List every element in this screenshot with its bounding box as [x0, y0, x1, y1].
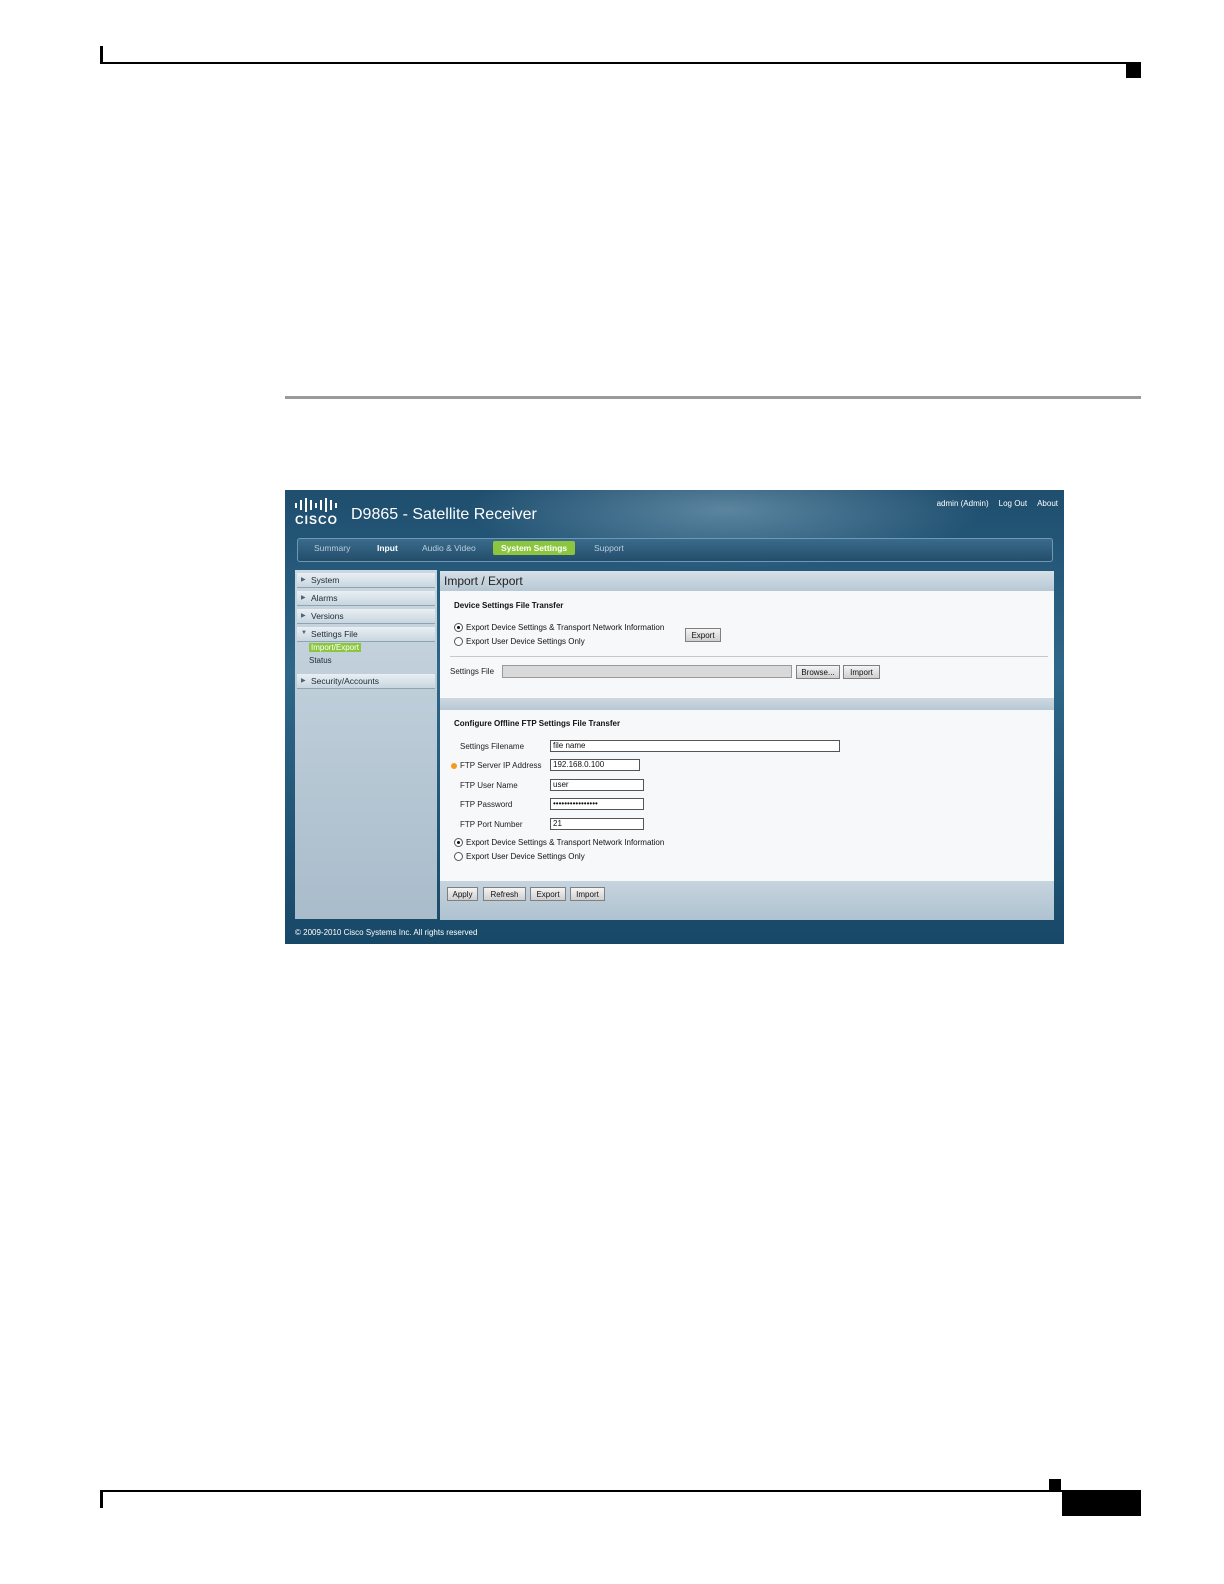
tab-input[interactable]: Input — [377, 543, 398, 553]
ftp-password-label: FTP Password — [460, 800, 513, 809]
ftp-user-input[interactable]: user — [550, 779, 644, 791]
chevron-right-icon: ▶ — [301, 577, 306, 583]
sidebar-item-alarms[interactable]: ▶ Alarms — [297, 591, 435, 606]
sidebar-item-system[interactable]: ▶ System — [297, 573, 435, 588]
tab-system-settings[interactable]: System Settings — [493, 541, 576, 555]
tab-support[interactable]: Support — [594, 543, 624, 553]
sidebar-item-label: Security/Accounts — [311, 676, 380, 686]
settings-file-label: Settings File — [450, 667, 495, 676]
transfer-section-title: Device Settings File Transfer — [454, 601, 564, 610]
radio-unselected[interactable] — [454, 852, 463, 861]
import-button[interactable]: Import — [843, 665, 880, 679]
ftp-port-input[interactable]: 21 — [550, 818, 644, 830]
ftp-filename-label: Settings Filename — [460, 742, 525, 751]
cisco-logo-bars-icon — [295, 498, 345, 512]
sidebar-item-label: Alarms — [311, 593, 338, 603]
radio-selected[interactable] — [454, 838, 463, 847]
sidebar: ▶ System ▶ Alarms ▶ Versions ▼ Settings … — [295, 570, 437, 919]
refresh-button[interactable]: Refresh — [483, 887, 526, 901]
copyright: © 2009-2010 Cisco Systems Inc. All right… — [295, 928, 478, 937]
cisco-logo-text: CISCO — [295, 513, 339, 527]
logout-link[interactable]: Log Out — [999, 499, 1027, 508]
sidebar-item-security-accounts[interactable]: ▶ Security/Accounts — [297, 674, 435, 689]
radio-unselected[interactable] — [454, 637, 463, 646]
satellite-receiver-window: CISCO D9865 - Satellite Receiver admin (… — [285, 490, 1064, 944]
chevron-right-icon: ▶ — [301, 678, 306, 684]
ftp-ip-label: FTP Server IP Address — [460, 761, 542, 770]
transfer-option-all[interactable]: Export Device Settings & Transport Netwo… — [454, 623, 664, 632]
import-action-button[interactable]: Import — [570, 887, 605, 901]
section-band — [440, 698, 1054, 710]
divider — [450, 656, 1048, 657]
cisco-logo: CISCO — [295, 498, 345, 528]
page-corner-mark-bottom — [100, 1490, 103, 1508]
ftp-option-user[interactable]: Export User Device Settings Only — [454, 852, 585, 861]
ftp-filename-input[interactable]: file name — [550, 740, 840, 752]
export-button[interactable]: Export — [685, 628, 721, 642]
section-divider — [285, 396, 1141, 399]
sidebar-item-settings-file[interactable]: ▼ Settings File — [297, 627, 435, 642]
tab-summary[interactable]: Summary — [314, 543, 350, 553]
sidebar-item-label: Settings File — [311, 629, 358, 639]
required-field-icon — [451, 763, 457, 769]
transfer-option-user[interactable]: Export User Device Settings Only — [454, 637, 585, 646]
sidebar-item-versions[interactable]: ▶ Versions — [297, 609, 435, 624]
tab-audio-video[interactable]: Audio & Video — [422, 543, 476, 553]
page-title: Import / Export — [444, 574, 523, 588]
sidebar-subitem-import-export[interactable]: Import/Export — [309, 643, 362, 652]
app-title: D9865 - Satellite Receiver — [351, 506, 537, 523]
settings-file-input[interactable] — [502, 665, 792, 678]
user-indicator: admin (Admin) — [936, 499, 989, 508]
sidebar-item-label: Versions — [311, 611, 344, 621]
ftp-option-all[interactable]: Export Device Settings & Transport Netwo… — [454, 838, 664, 847]
chevron-right-icon: ▶ — [301, 613, 306, 619]
page-number-tab — [1062, 1492, 1141, 1516]
page-footer-block — [1049, 1479, 1061, 1491]
page-header-rule — [100, 62, 1141, 64]
ftp-port-label: FTP Port Number — [460, 820, 523, 829]
apply-button[interactable]: Apply — [447, 887, 478, 901]
ftp-ip-input[interactable]: 192.168.0.100 — [550, 759, 640, 771]
panel-header: Import / Export — [440, 571, 1054, 591]
radio-selected[interactable] — [454, 623, 463, 632]
sidebar-subitem-status[interactable]: Status — [309, 656, 332, 665]
browse-button[interactable]: Browse... — [796, 665, 840, 679]
sidebar-item-label: System — [311, 575, 340, 585]
action-bar: Apply Refresh Export Import — [440, 881, 1054, 920]
top-links: admin (Admin) Log Out About — [937, 499, 1058, 508]
page-footer-rule — [100, 1490, 1141, 1492]
export-action-button[interactable]: Export — [530, 887, 566, 901]
chevron-down-icon: ▼ — [301, 630, 307, 636]
main-panel: Import / Export Device Settings File Tra… — [440, 571, 1054, 920]
page-header-block — [1126, 64, 1141, 78]
chevron-right-icon: ▶ — [301, 595, 306, 601]
about-link[interactable]: About — [1037, 499, 1058, 508]
ftp-section-title: Configure Offline FTP Settings File Tran… — [454, 719, 621, 728]
main-nav: Summary Input Audio & Video System Setti… — [297, 538, 1053, 562]
ftp-password-input[interactable]: •••••••••••••••• — [550, 798, 644, 810]
ftp-user-label: FTP User Name — [460, 781, 518, 790]
